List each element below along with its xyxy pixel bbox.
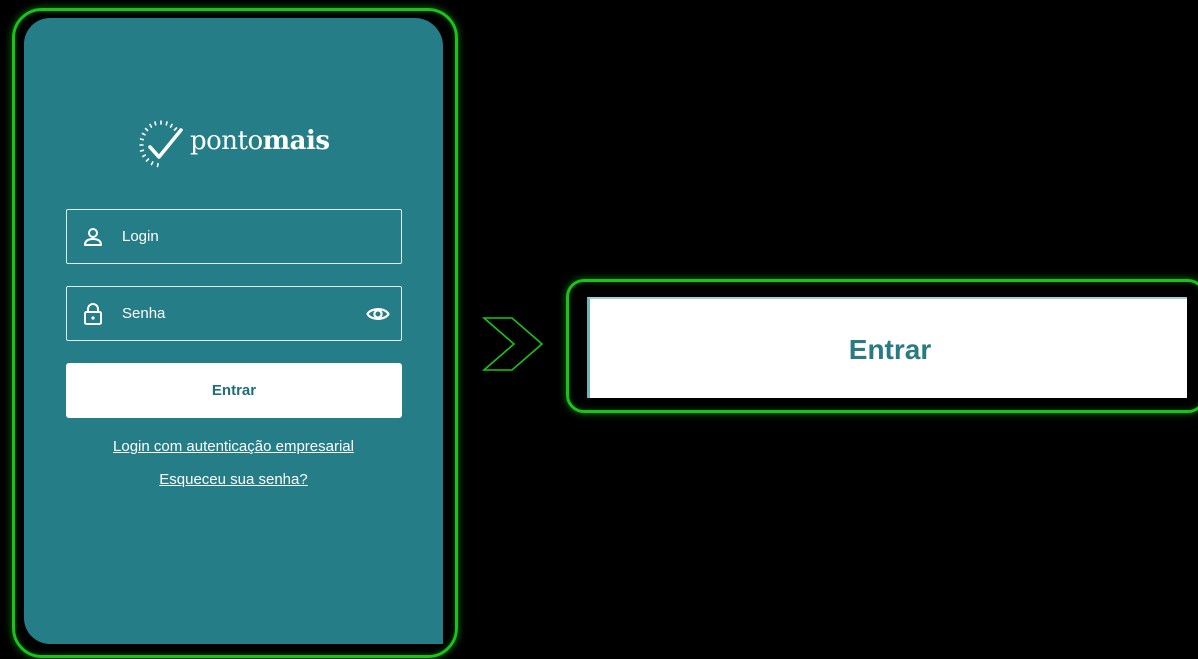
- login-empresarial-link[interactable]: Login com autenticação empresarial: [24, 438, 443, 455]
- chevron-right-icon: [482, 317, 544, 371]
- lock-icon: [84, 303, 102, 325]
- brand-name: pontomais: [190, 126, 330, 156]
- zoomed-entrar-button: Entrar: [587, 297, 1187, 398]
- eye-icon[interactable]: [366, 303, 390, 325]
- user-icon: [84, 228, 102, 246]
- forgot-password-link[interactable]: Esqueceu sua senha?: [24, 471, 443, 488]
- zoomed-entrar-label: Entrar: [848, 334, 932, 365]
- login-input[interactable]: [122, 210, 352, 263]
- brand-name-regular: ponto: [190, 126, 263, 156]
- senha-field[interactable]: [66, 286, 402, 341]
- brand-name-bold: mais: [262, 126, 330, 156]
- login-field[interactable]: [66, 209, 402, 264]
- entrar-button[interactable]: Entrar: [66, 363, 402, 418]
- clock-check-icon: [139, 120, 183, 168]
- pontomais-logo: pontomais: [136, 118, 336, 170]
- login-screen: pontomais Entrar Login com autenticação …: [24, 18, 443, 644]
- senha-input[interactable]: [122, 287, 352, 340]
